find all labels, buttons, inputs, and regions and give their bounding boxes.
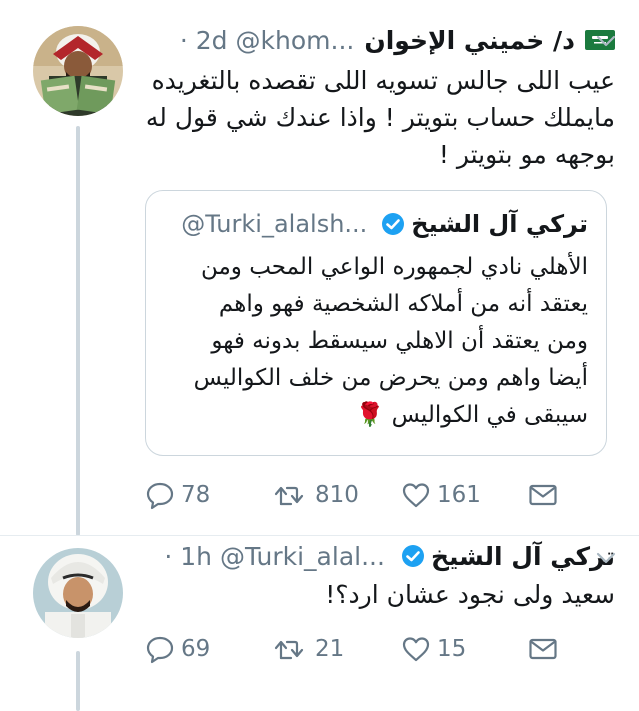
heart-icon bbox=[402, 483, 430, 508]
tweet-text: عيب اللى جالس تسويه اللى تقصده بالتغريده… bbox=[145, 62, 615, 173]
quoted-text-line: يعتقد أنه من أملاكه الشخصية فهو واهم bbox=[218, 291, 588, 317]
reply-icon bbox=[146, 636, 174, 664]
author-name[interactable]: تركي آل الشيخ bbox=[431, 542, 615, 571]
author-avatar-2[interactable] bbox=[33, 548, 123, 638]
quoted-text-line: أيضا واهم ومن يحرض من خلف الكواليس bbox=[193, 365, 588, 391]
tweet-header-1: د/ خميني الإخوان @khom... · 2d bbox=[145, 20, 615, 60]
tweet-text-line: بوجهه مو بتويتر ! bbox=[438, 140, 615, 169]
quoted-text-line: سيبقى في الكواليس 🌹 bbox=[355, 402, 588, 428]
tweet-1[interactable]: د/ خميني الإخوان @khom... · 2d عيب اللى … bbox=[0, 0, 639, 540]
author-handle[interactable]: @khom... bbox=[236, 26, 355, 55]
retweet-icon bbox=[274, 486, 304, 506]
verified-badge-icon bbox=[401, 545, 424, 567]
envelope-icon bbox=[529, 638, 557, 660]
author-avatar-1[interactable] bbox=[33, 26, 123, 116]
reply-count: 69 bbox=[181, 636, 211, 662]
quoted-author-name: تركي آل الشيخ bbox=[411, 210, 588, 238]
tweet-text: سعيد ولى نجود عشان ارد؟! bbox=[325, 580, 615, 609]
direct-message-button[interactable] bbox=[527, 477, 565, 513]
author-handle[interactable]: @Turki_alal... bbox=[220, 542, 385, 571]
like-button[interactable]: 161 bbox=[401, 477, 481, 513]
reply-icon bbox=[146, 482, 174, 510]
reply-button[interactable]: 78 bbox=[145, 477, 210, 513]
chevron-down-icon[interactable] bbox=[595, 30, 617, 52]
like-button[interactable]: 15 bbox=[401, 631, 466, 667]
quoted-tweet-text: الأهلي نادي لجمهوره الواعي المحب ومن يعت… bbox=[164, 249, 588, 434]
like-count: 15 bbox=[437, 636, 467, 662]
retweet-count: 21 bbox=[315, 636, 345, 662]
thread-connector-line bbox=[76, 651, 80, 711]
heart-icon bbox=[402, 637, 430, 662]
tweet-actions: 69 21 15 bbox=[145, 631, 585, 667]
tweet-actions: 78 810 161 bbox=[145, 477, 585, 513]
retweet-button[interactable]: 810 bbox=[269, 477, 359, 513]
quoted-author-handle: @Turki_alalsh... bbox=[181, 210, 368, 238]
envelope-icon bbox=[529, 484, 557, 506]
like-count: 161 bbox=[437, 482, 481, 508]
tweet-text-line: مايملك حساب بتويتر ! واذا عندك شي قول له bbox=[145, 103, 615, 132]
quoted-text-line: ومن يعتقد أن الاهلي سيسقط بدونه فهو bbox=[211, 328, 588, 354]
verified-badge-icon bbox=[382, 213, 405, 235]
author-name[interactable]: د/ خميني الإخوان bbox=[364, 26, 575, 55]
quoted-tweet-header: تركي آل الشيخ @Turki_alalsh... bbox=[164, 207, 588, 241]
reply-button[interactable]: 69 bbox=[145, 631, 210, 667]
quoted-text-line: الأهلي نادي لجمهوره الواعي المحب ومن bbox=[200, 254, 588, 280]
direct-message-button[interactable] bbox=[527, 631, 565, 667]
retweet-button[interactable]: 21 bbox=[269, 631, 344, 667]
quoted-tweet[interactable]: تركي آل الشيخ @Turki_alalsh... الأهلي نا… bbox=[145, 190, 607, 456]
tweet-timestamp[interactable]: · 2d bbox=[180, 26, 228, 55]
chevron-down-icon[interactable] bbox=[595, 547, 617, 569]
tweet-header-2: تركي آل الشيخ @Turki_alal... · 1h bbox=[145, 536, 615, 576]
tweet-text-line: عيب اللى جالس تسويه اللى تقصده بالتغريده bbox=[151, 66, 615, 95]
tweet-timestamp[interactable]: · 1h bbox=[164, 542, 212, 571]
retweet-icon bbox=[274, 640, 304, 660]
tweet-2[interactable]: تركي آل الشيخ @Turki_alal... · 1h سعيد و… bbox=[0, 536, 639, 711]
reply-count: 78 bbox=[181, 482, 211, 508]
thread-connector-line bbox=[76, 126, 80, 536]
retweet-count: 810 bbox=[315, 482, 359, 508]
